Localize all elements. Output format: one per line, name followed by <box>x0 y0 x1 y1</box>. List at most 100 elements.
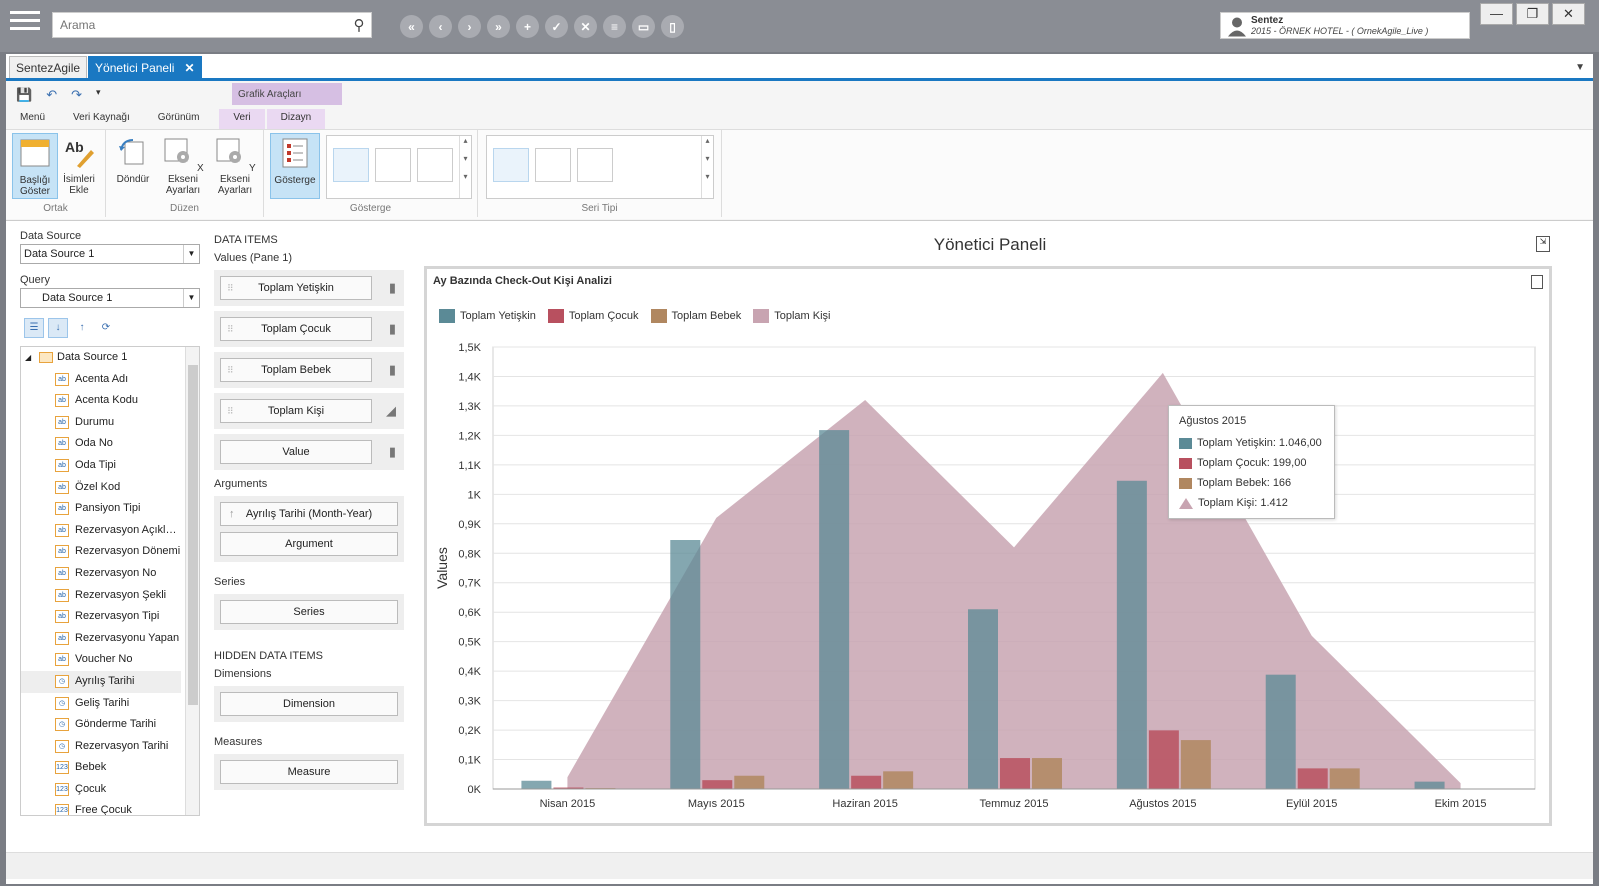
hamburger-menu-icon[interactable] <box>10 11 40 37</box>
tab-yonetici-paneli[interactable]: Yönetici Paneli ✕ <box>88 56 202 78</box>
redo-icon[interactable]: ↷ <box>71 87 82 103</box>
scroll-thumb[interactable] <box>188 365 198 705</box>
dondur-button[interactable]: Döndür <box>110 133 156 199</box>
tree-item[interactable]: ab Acenta Kodu <box>21 390 181 412</box>
last-icon[interactable]: » <box>487 15 510 38</box>
ribbon-tab-dizayn[interactable]: Dizayn <box>266 109 326 129</box>
collapse-icon[interactable]: ◢ <box>25 347 31 369</box>
tree-scrollbar[interactable] <box>185 347 199 815</box>
ribbon-tab-gorunum[interactable]: Görünüm <box>144 109 214 129</box>
tree-item[interactable]: 123 Çocuk <box>21 779 181 801</box>
customize-qat-icon[interactable]: ▾ <box>96 87 101 103</box>
legend-item[interactable]: Toplam Yetişkin <box>439 309 536 323</box>
keyboard-icon[interactable]: ▭ <box>632 15 655 38</box>
tree-item[interactable]: ab Rezervasyon Şekli <box>21 585 181 607</box>
bar-chart-type-icon[interactable]: ▮ <box>389 444 396 460</box>
undo-icon[interactable]: ↶ <box>46 87 57 103</box>
tree-item[interactable]: ◷ Ayrılış Tarihi <box>21 670 181 693</box>
argument-item[interactable]: ↑ Ayrılış Tarihi (Month-Year) <box>220 502 398 526</box>
tree-item[interactable]: ab Rezervasyon Tipi <box>21 606 181 628</box>
series-type-option[interactable] <box>577 148 613 182</box>
list-icon[interactable]: ≡ <box>603 15 626 38</box>
drag-grip-icon[interactable]: ⠿ <box>227 359 234 381</box>
argument-placeholder[interactable]: Argument <box>220 532 398 556</box>
tree-item[interactable]: ab Acenta Adı <box>21 369 181 391</box>
gallery-scroll[interactable]: ▴ ▾ ▾ <box>701 136 713 198</box>
legend-position-option[interactable] <box>417 148 453 182</box>
tree-item[interactable]: ◷ Gönderme Tarihi <box>21 714 181 736</box>
value-item[interactable]: ⠿ Toplam Bebek <box>220 358 372 382</box>
prev-icon[interactable]: ‹ <box>429 15 452 38</box>
add-icon[interactable]: + <box>516 15 539 38</box>
isimleri-ekle-button[interactable]: Ab İsimleri Ekle <box>56 133 102 199</box>
tab-dropdown-icon[interactable]: ▼ <box>1575 62 1585 73</box>
tree-item[interactable]: ab Özel Kod <box>21 477 181 499</box>
search-box[interactable]: ⚲ <box>52 12 372 38</box>
close-tab-icon[interactable]: ✕ <box>184 61 194 75</box>
tree-item[interactable]: ab Durumu <box>21 412 181 434</box>
chevron-down-icon[interactable]: ▼ <box>183 245 199 263</box>
bar-chart-type-icon[interactable]: ▮ <box>389 362 396 378</box>
close-window-button[interactable]: ✕ <box>1552 3 1585 25</box>
search-icon[interactable]: ⚲ <box>347 16 371 34</box>
gosterge-button[interactable]: Gösterge <box>270 133 320 199</box>
value-item[interactable]: ⠿ Toplam Yetişkin <box>220 276 372 300</box>
trash-icon[interactable]: ▯ <box>661 15 684 38</box>
export-icon[interactable]: ⇲ <box>1536 236 1550 252</box>
tree-item[interactable]: ab Rezervasyon Dönemi <box>21 541 181 563</box>
drag-grip-icon[interactable]: ⠿ <box>227 400 234 422</box>
data-source-select[interactable]: Data Source 1 ▼ <box>20 244 200 264</box>
value-item[interactable]: Value <box>220 440 372 464</box>
sort-asc-icon[interactable]: ↓ <box>48 318 68 338</box>
tree-item[interactable]: ab Voucher No <box>21 649 181 671</box>
chevron-down-icon[interactable]: ▼ <box>183 289 199 307</box>
series-type-option[interactable] <box>535 148 571 182</box>
bar-chart-type-icon[interactable]: ▮ <box>389 321 396 337</box>
area-chart-type-icon[interactable]: ◢ <box>386 403 396 419</box>
first-icon[interactable]: « <box>400 15 423 38</box>
search-input[interactable] <box>53 14 347 36</box>
series-placeholder[interactable]: Series <box>220 600 398 624</box>
group-fields-icon[interactable]: ☰ <box>24 318 44 338</box>
tree-item[interactable]: ab Oda Tipi <box>21 455 181 477</box>
tree-item[interactable]: ◷ Rezervasyon Tarihi <box>21 736 181 758</box>
export-chart-icon[interactable] <box>1531 275 1543 289</box>
legend-item[interactable]: Toplam Çocuk <box>547 309 639 323</box>
gallery-scroll[interactable]: ▴ ▾ ▾ <box>459 136 471 198</box>
check-icon[interactable]: ✓ <box>545 15 568 38</box>
ribbon-tab-menu[interactable]: Menü <box>6 109 59 129</box>
bar-chart-type-icon[interactable]: ▮ <box>389 280 396 296</box>
tree-item[interactable]: ab Oda No <box>21 433 181 455</box>
next-icon[interactable]: › <box>458 15 481 38</box>
legend-position-option[interactable] <box>375 148 411 182</box>
user-info[interactable]: Sentez 2015 - ÖRNEK HOTEL - ( OrnekAgile… <box>1220 12 1470 39</box>
tree-item[interactable]: ab Pansiyon Tipi <box>21 498 181 520</box>
tab-sentezagile[interactable]: SentezAgile <box>9 56 88 78</box>
dimension-placeholder[interactable]: Dimension <box>220 692 398 716</box>
minimize-button[interactable]: — <box>1480 3 1513 25</box>
tree-item[interactable]: ab Rezervasyon No <box>21 563 181 585</box>
tree-item[interactable]: 123 Free Çocuk <box>21 800 181 815</box>
basligi-goster-button[interactable]: Başlığı Göster <box>12 133 58 199</box>
tree-item[interactable]: ab Rezervasyon Açıklaması <box>21 520 181 542</box>
legend-position-option[interactable] <box>333 148 369 182</box>
drag-grip-icon[interactable]: ⠿ <box>227 318 234 340</box>
y-ekseni-ayarlari-button[interactable]: Y Ekseni Ayarları <box>212 133 258 199</box>
tree-root[interactable]: ◢ Data Source 1 <box>21 347 181 369</box>
tree-item[interactable]: ab Rezervasyonu Yapan <box>21 628 181 650</box>
tree-item[interactable]: 123 Bebek <box>21 757 181 779</box>
ribbon-tab-veri[interactable]: Veri <box>219 109 265 129</box>
drag-grip-icon[interactable]: ⠿ <box>227 277 234 299</box>
value-item[interactable]: ⠿ Toplam Çocuk <box>220 317 372 341</box>
measure-placeholder[interactable]: Measure <box>220 760 398 784</box>
value-item[interactable]: ⠿ Toplam Kişi <box>220 399 372 423</box>
query-select[interactable]: Data Source 1 ▼ <box>20 288 200 308</box>
x-ekseni-ayarlari-button[interactable]: X Ekseni Ayarları <box>160 133 206 199</box>
refresh-icon[interactable]: ⟳ <box>96 318 116 338</box>
legend-item[interactable]: Toplam Bebek <box>650 309 741 323</box>
ribbon-tab-veri-kaynagi[interactable]: Veri Kaynağı <box>59 109 144 129</box>
save-icon[interactable]: 💾 <box>16 87 32 103</box>
sort-desc-icon[interactable]: ↑ <box>72 318 92 338</box>
series-type-option[interactable] <box>493 148 529 182</box>
legend-item[interactable]: Toplam Kişi <box>753 309 831 323</box>
